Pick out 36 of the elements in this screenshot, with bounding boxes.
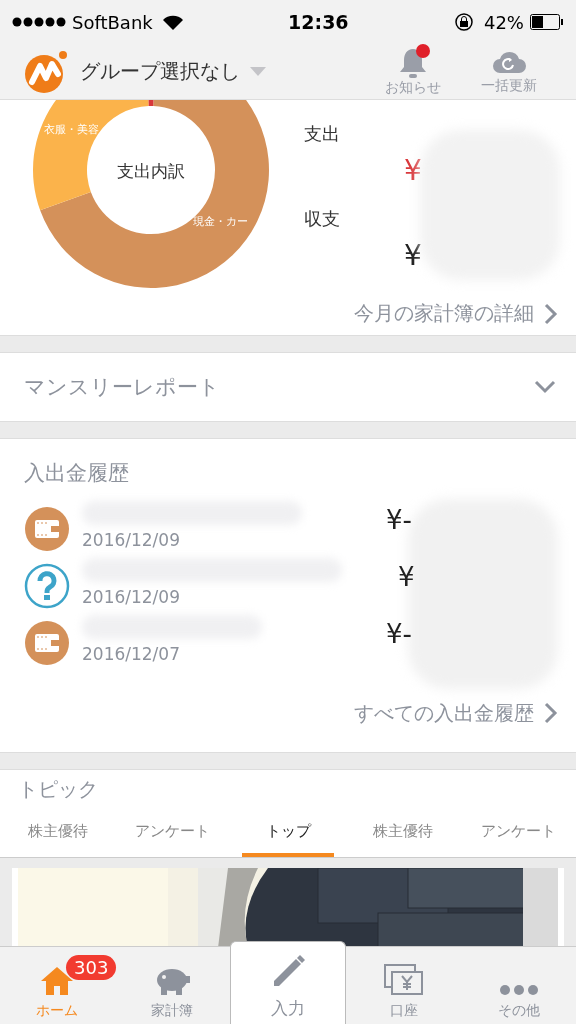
tab-bar-item[interactable]: 口座 — [346, 947, 462, 1024]
topic-tab[interactable]: アンケート — [127, 809, 219, 857]
topic-tab[interactable]: アンケート — [472, 809, 564, 857]
amount-label: 支出 — [304, 122, 341, 146]
tab-bar-item[interactable]: その他 — [461, 947, 576, 1024]
section-title: 入出金履歴 — [24, 459, 130, 487]
monthly-details-link[interactable]: 今月の家計簿の詳細 — [354, 300, 558, 328]
monthly-report-row[interactable]: マンスリーレポート — [0, 351, 576, 422]
amount-label: 収支 — [304, 207, 341, 231]
tab-bar-item[interactable]: 家計簿 — [114, 947, 230, 1024]
transaction-amount: ¥- — [386, 504, 412, 535]
transaction-amount: ¥ — [398, 561, 415, 592]
section-title: トピック — [17, 775, 99, 803]
topic-tab[interactable]: 株主優待 — [12, 809, 104, 857]
tab-bar-item[interactable]: ホーム 303 — [0, 947, 115, 1024]
group-selector[interactable]: グループ選択なし — [80, 58, 266, 85]
clock: 12:36 — [288, 11, 349, 33]
notifications-button[interactable]: お知らせ — [370, 46, 456, 97]
battery-percent: 42% — [483, 11, 524, 33]
refresh-all-button[interactable]: 一括更新 — [466, 46, 552, 97]
amount-value: ¥ — [404, 239, 423, 272]
count-badge: 303 — [66, 955, 117, 981]
amount-value: ¥ — [404, 154, 423, 187]
transaction-date: 2016/12/09 — [82, 587, 180, 608]
transaction-date: 2016/12/09 — [82, 530, 180, 551]
topic-tab[interactable]: 株主優待 — [357, 809, 449, 857]
transaction-amount: ¥- — [386, 618, 412, 649]
topic-tab[interactable]: トップ — [242, 809, 334, 857]
tab-bar-item[interactable]: 入力 — [229, 941, 347, 1024]
carrier-name: SoftBank — [72, 11, 153, 33]
section-title: マンスリーレポート — [24, 373, 220, 401]
all-history-link[interactable]: すべての入出金履歴 — [354, 699, 558, 727]
slice-label: 現金・カー — [193, 215, 248, 228]
slice-label: 衣服・美容 — [44, 123, 99, 136]
donut-center-label: 支出内訳 — [117, 161, 185, 181]
transaction-date: 2016/12/07 — [82, 644, 180, 665]
